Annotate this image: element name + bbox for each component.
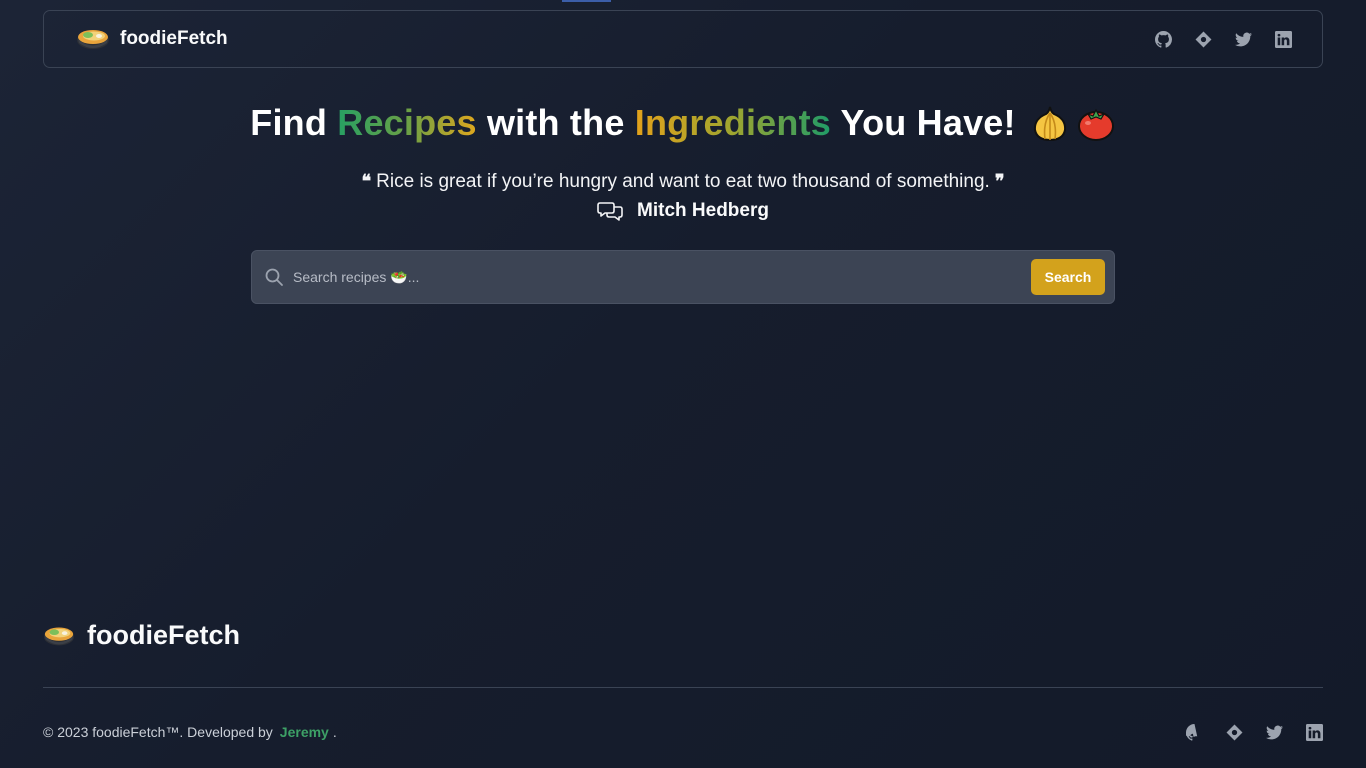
hero-title-part2: with the xyxy=(476,102,635,143)
footer-social-links xyxy=(1185,723,1323,741)
hero-title: Find Recipes with the Ingredients You Ha… xyxy=(0,102,1366,144)
bowl-icon xyxy=(43,622,75,650)
hero-emojis xyxy=(1030,103,1116,143)
quote-author: Mitch Hedberg xyxy=(0,200,1366,222)
navbar-brand[interactable]: foodieFetch xyxy=(76,26,228,52)
website-icon[interactable] xyxy=(1194,30,1212,48)
twitter-icon[interactable] xyxy=(1265,723,1283,741)
linkedin-icon[interactable] xyxy=(1274,30,1292,48)
chat-bubbles-icon xyxy=(597,202,623,221)
search-bar: Search xyxy=(251,250,1115,304)
github-icon[interactable] xyxy=(1185,723,1203,741)
navbar: foodieFetch xyxy=(43,10,1323,68)
footer-brand-name: foodieFetch xyxy=(87,620,240,650)
navbar-social-links xyxy=(1154,30,1292,48)
top-progress-indicator xyxy=(562,0,611,2)
tomato-icon xyxy=(1077,108,1114,141)
copyright-period: . xyxy=(332,724,337,740)
search-input[interactable] xyxy=(284,251,1031,303)
hero-title-recipes: Recipes xyxy=(337,102,477,143)
website-icon[interactable] xyxy=(1225,723,1243,741)
quote-author-name: Mitch Hedberg xyxy=(637,200,769,221)
hero-title-ingredients: Ingredients xyxy=(634,102,831,143)
open-quote-icon: ❝ xyxy=(361,171,372,192)
onion-icon xyxy=(1033,106,1066,142)
bowl-icon xyxy=(76,26,110,52)
github-icon[interactable] xyxy=(1154,30,1172,48)
developer-link[interactable]: Jeremy xyxy=(280,724,329,740)
copyright: © 2023 foodieFetch™. Developed by Jeremy… xyxy=(43,724,337,740)
hero-title-part3: You Have! xyxy=(830,102,1016,143)
close-quote-icon: ❞ xyxy=(994,171,1005,192)
brand-name: foodieFetch xyxy=(120,28,228,49)
footer-divider xyxy=(43,687,1323,688)
quote-text: Rice is great if you’re hungry and want … xyxy=(376,171,990,192)
copyright-text: © 2023 foodieFetch™. Developed by xyxy=(43,724,273,740)
search-icon xyxy=(265,268,283,286)
search-button[interactable]: Search xyxy=(1031,259,1105,295)
twitter-icon[interactable] xyxy=(1234,30,1252,48)
footer-brand[interactable]: foodieFetch xyxy=(43,620,240,651)
quote: ❝ Rice is great if you’re hungry and wan… xyxy=(0,171,1366,193)
hero-title-part1: Find xyxy=(250,102,338,143)
linkedin-icon[interactable] xyxy=(1305,723,1323,741)
